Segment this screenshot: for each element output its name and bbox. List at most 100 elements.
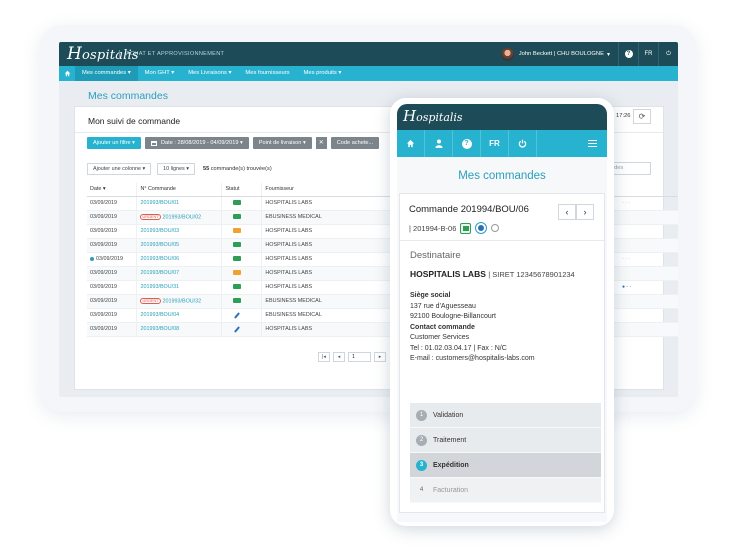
cell-order-number: 201993/BOU/08 — [136, 322, 223, 337]
home-icon — [406, 139, 415, 148]
mobile-power-button[interactable] — [509, 130, 537, 157]
date-text: 03/09/2019 — [90, 270, 117, 276]
add-filter-button[interactable]: Ajouter un filtre ▾ — [87, 137, 141, 149]
chevron-down-icon[interactable]: ▾ — [607, 51, 610, 58]
order-link[interactable]: 201993/BOU/05 — [140, 242, 179, 248]
step-number: 1 — [416, 409, 427, 421]
buyer-code-filter[interactable]: Code achete... — [330, 137, 380, 149]
prev-order-button[interactable]: ‹ — [558, 204, 576, 220]
cell-status — [221, 238, 263, 253]
nav-mes-livraisons[interactable]: Mes Livraisons ▾ — [181, 66, 238, 81]
prev-page-button[interactable]: ◂ — [333, 352, 345, 362]
order-link[interactable]: 201993/BOU/02 — [163, 214, 202, 220]
refresh-button[interactable]: ⟳ — [633, 109, 651, 124]
nav-home[interactable] — [59, 66, 75, 81]
delivery-point-filter[interactable]: Point de livraison ▾ — [252, 137, 312, 149]
row-actions-icon[interactable]: ◦ ◦ ◦ — [622, 256, 630, 262]
truck-icon — [233, 242, 242, 248]
next-order-button[interactable]: › — [576, 204, 594, 220]
step-validation[interactable]: 1 Validation — [410, 403, 601, 428]
nav-mon-ght[interactable]: Mon GHT ▾ — [138, 66, 182, 81]
nav-mes-fournisseurs[interactable]: Mes fournisseurs — [238, 66, 296, 81]
truck-icon — [233, 228, 242, 234]
cell-date: 03/09/2019 — [87, 266, 138, 281]
status-progress-icon — [475, 222, 488, 234]
pencil-icon — [234, 311, 241, 319]
order-link[interactable]: 201993/BOU/08 — [140, 326, 179, 332]
help-button[interactable]: ? — [618, 42, 638, 66]
truck-icon — [233, 298, 242, 304]
mobile-home-button[interactable] — [397, 130, 425, 157]
col-date-label: Date — [90, 186, 102, 193]
next-page-button[interactable]: ▸ — [374, 352, 386, 362]
order-link[interactable]: 201993/BOU/03 — [140, 228, 179, 234]
col-order-number[interactable]: N° Commande — [136, 183, 223, 197]
cell-date: 03/09/2019 — [87, 196, 138, 211]
clear-filter-button[interactable]: ✕ — [315, 137, 327, 149]
urgent-badge: URGENT — [140, 213, 161, 221]
step-traitement[interactable]: 2 Traitement — [410, 428, 601, 453]
order-title: Commande 201994/BOU/06 — [409, 204, 529, 215]
col-date[interactable]: Date ▾ — [87, 183, 138, 197]
mobile-language-button[interactable]: FR — [481, 130, 509, 157]
rows-per-page-select[interactable]: 10 lignes ▾ — [157, 163, 195, 175]
row-actions-icon[interactable]: ● ◦ ◦ — [622, 284, 631, 290]
recipient-company: HOSPITALIS LABS — [410, 269, 486, 279]
page-number-input[interactable]: 1 — [348, 352, 371, 362]
col-status[interactable]: Statut — [221, 183, 263, 197]
order-link[interactable]: 201993/BOU/32 — [163, 298, 202, 304]
step-expedition[interactable]: 3 Expédition — [410, 453, 601, 478]
cell-status — [221, 294, 263, 309]
order-link[interactable]: 201993/BOU/31 — [140, 284, 179, 290]
row-actions-icon[interactable]: ◦ ◦ ◦ — [622, 200, 630, 206]
pencil-icon — [234, 325, 241, 333]
add-column-button[interactable]: Ajouter une colonne ▾ — [87, 163, 152, 175]
mobile-user-button[interactable] — [425, 130, 453, 157]
power-button[interactable]: ⏻ — [658, 42, 678, 66]
order-link[interactable]: 201993/BOU/07 — [140, 270, 179, 276]
user-avatar — [500, 47, 514, 61]
nav-mes-commandes[interactable]: Mes commandes ▾ — [75, 66, 138, 81]
recipient-siret: | SIRET 12345678901234 — [488, 270, 575, 279]
order-link[interactable]: 201993/BOU/01 — [140, 200, 179, 206]
pagination: |◂ ◂ 1 ▸ — [318, 352, 386, 362]
mobile-help-button[interactable]: ? — [453, 130, 481, 157]
recipient-name: HOSPITALIS LABS | SIRET 12345678901234 — [410, 269, 575, 279]
step-facturation[interactable]: 4 Facturation — [410, 478, 601, 503]
truck-icon — [233, 284, 242, 290]
order-link[interactable]: 201993/BOU/06 — [140, 256, 179, 262]
cell-date: 03/09/2019 — [87, 252, 138, 267]
mobile-logo[interactable]: Hospitalis — [403, 107, 463, 125]
mobile-menu-button[interactable] — [537, 130, 607, 157]
power-icon: ⏻ — [666, 50, 671, 57]
cell-date: 03/09/2019 — [87, 210, 138, 225]
cell-status — [221, 266, 263, 281]
cell-date: 03/09/2019 — [87, 308, 138, 323]
language-button[interactable]: FR — [638, 42, 658, 66]
power-icon — [518, 139, 527, 148]
mobile-page-title: Mes commandes — [458, 170, 546, 182]
user-name[interactable]: John Beckett | CHU BOULOGNE — [519, 51, 604, 57]
cell-date: 03/09/2019 — [87, 280, 138, 295]
order-link[interactable]: 201993/BOU/04 — [140, 312, 179, 318]
address-line-1: 137 rue d'Aguesseau — [410, 302, 476, 310]
urgent-badge: URGENT — [140, 297, 161, 305]
mobile-nav: ? FR — [397, 130, 607, 157]
cell-order-number: 201993/BOU/31 — [136, 280, 223, 295]
user-icon — [434, 139, 443, 148]
nav-mes-produits[interactable]: Mes produits ▾ — [297, 66, 349, 81]
first-page-button[interactable]: |◂ — [318, 352, 330, 362]
app-tagline: ACHAT ET APPROVISIONNEMENT — [119, 50, 224, 58]
results-count: 55 commande(s) trouvée(s) — [203, 166, 272, 172]
date-text: 03/09/2019 — [96, 256, 123, 262]
step-number: 3 — [416, 459, 427, 471]
date-filter-button[interactable]: Date : 28/08/2019 - 04/09/2019 ▾ — [144, 137, 249, 149]
step-label: Traitement — [433, 436, 467, 444]
cell-status — [221, 210, 263, 225]
contact-email[interactable]: E-mail : customers@hospitalis-labs.com — [410, 354, 535, 365]
cell-order-number: 201993/BOU/06 — [136, 252, 223, 267]
table-options: Ajouter une colonne ▾ 10 lignes ▾ 55 com… — [87, 163, 272, 175]
cell-order-number: URGENT 201993/BOU/02 — [136, 210, 223, 225]
mail-icon — [233, 270, 242, 276]
hamburger-icon — [588, 140, 597, 147]
